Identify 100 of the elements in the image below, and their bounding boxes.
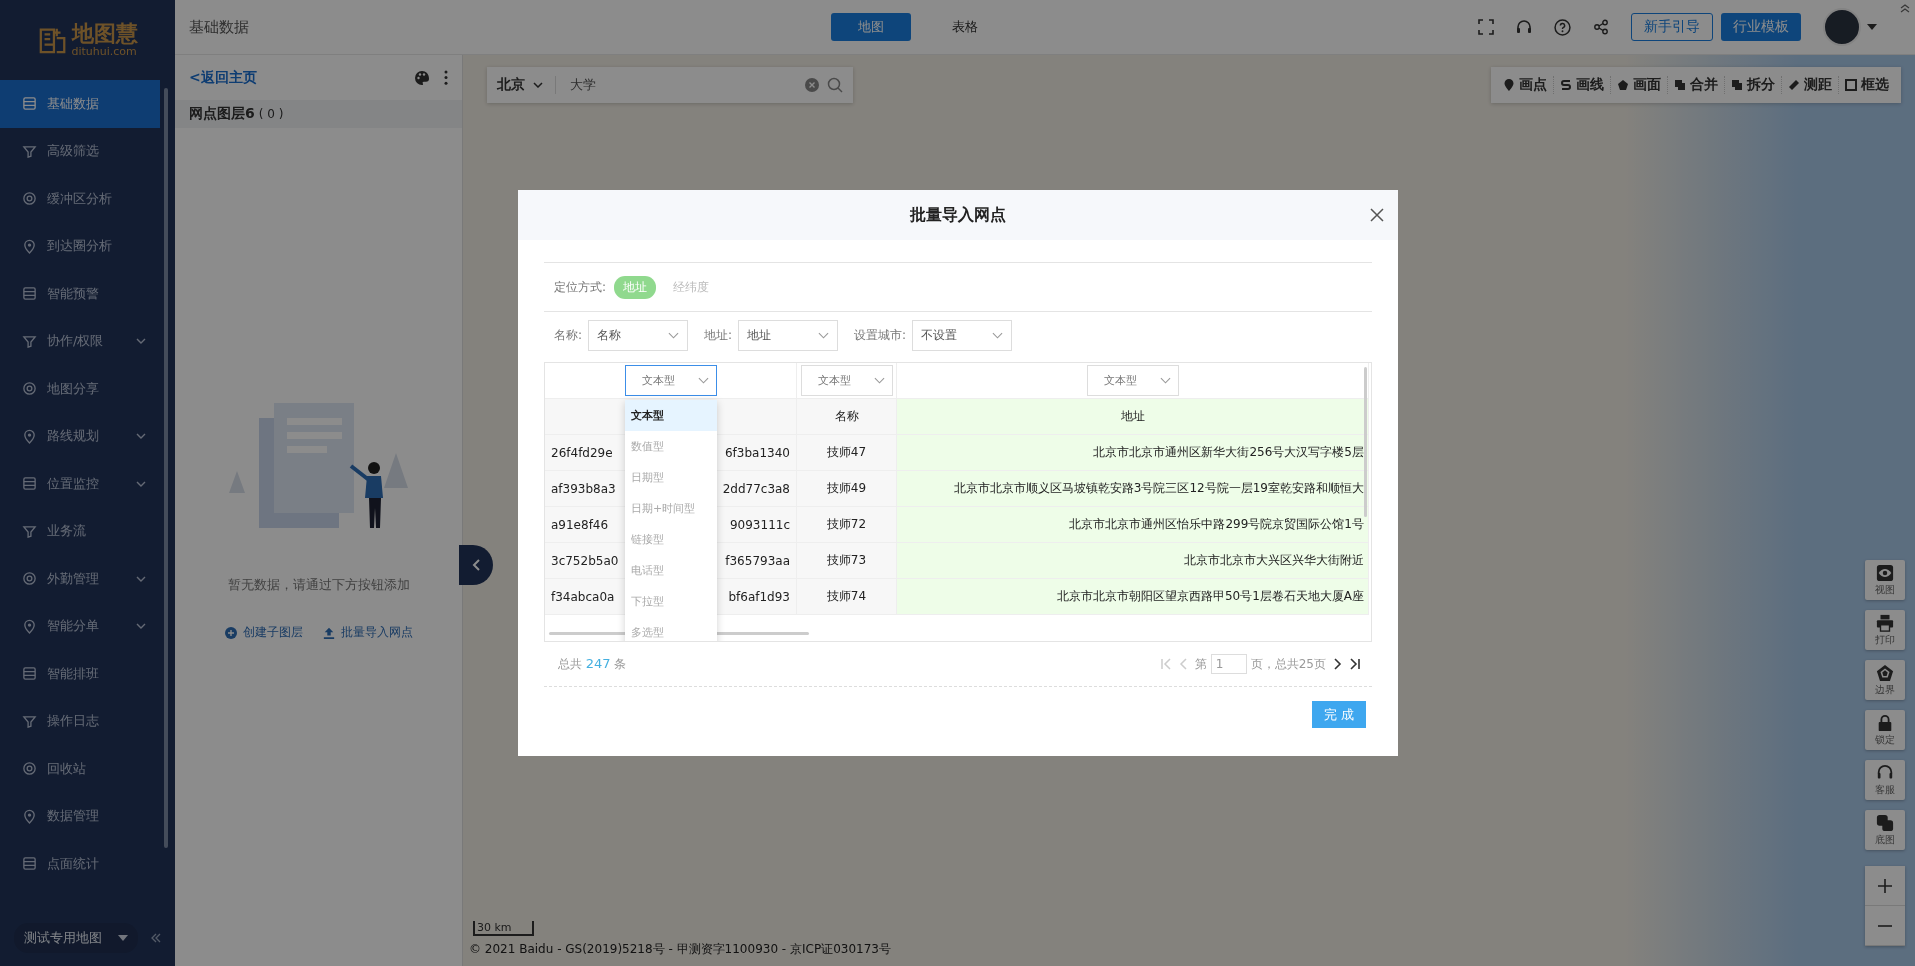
ruler-icon: [1788, 79, 1800, 91]
fullscreen-icon[interactable]: [1478, 19, 1494, 35]
plus-icon: [1877, 877, 1893, 894]
sidebar-item[interactable]: 基础数据: [0, 80, 160, 128]
total-count: 总共 247 条: [558, 655, 627, 673]
close-icon[interactable]: [1370, 208, 1384, 222]
caret-icon[interactable]: [1867, 24, 1877, 30]
map-side-button[interactable]: 锁定: [1865, 710, 1905, 750]
dropdown-option[interactable]: 文本型: [625, 400, 717, 431]
chevron-down-icon: [533, 82, 543, 88]
list-icon: [22, 96, 37, 112]
sidebar-item[interactable]: 智能预警: [0, 270, 160, 318]
header-button[interactable]: 行业模板: [1721, 13, 1801, 41]
mapping-select[interactable]: 不设置: [912, 319, 1013, 351]
pentagon-icon: [1876, 663, 1894, 682]
sidebar-item[interactable]: 业务流: [0, 507, 160, 555]
map-tool-button[interactable]: 合并: [1668, 76, 1725, 94]
confirm-button[interactable]: 完 成: [1312, 701, 1366, 728]
dropdown-option[interactable]: 数值型: [625, 431, 717, 462]
map-copyright: © 2021 Baidu - GS(2019)5218号 - 甲测资字1100930 - 京ICP证030173号: [469, 941, 891, 958]
panel-toggle-button[interactable]: [459, 545, 493, 585]
map-tool-button[interactable]: 框选: [1839, 76, 1895, 94]
table-cell: 9093111c: [729, 517, 790, 532]
layer-name: 网点图层6: [189, 105, 255, 123]
table-cell: af393b8a3: [551, 481, 616, 496]
map-tool-button[interactable]: 拆分: [1725, 76, 1782, 94]
pager-label: 第: [1194, 655, 1207, 673]
zoom-in-button[interactable]: [1865, 866, 1905, 906]
map-side-button[interactable]: 边界: [1865, 660, 1905, 700]
s-curve-icon: [1560, 79, 1572, 91]
palette-icon[interactable]: [414, 69, 430, 86]
locate-option[interactable]: 经纬度: [664, 275, 719, 299]
map-side-button[interactable]: 客服: [1865, 760, 1905, 800]
map-search-bar[interactable]: 北京 大学: [487, 67, 853, 103]
city-select[interactable]: 北京: [497, 76, 556, 94]
layer-count: ( 0 ): [258, 107, 284, 121]
panel-action-link[interactable]: 批量导入网点: [322, 624, 413, 641]
column-header: 名称: [797, 399, 897, 435]
avatar[interactable]: [1823, 8, 1861, 46]
sidebar-item[interactable]: 点面统计: [0, 840, 160, 888]
sidebar-item[interactable]: 智能排班: [0, 650, 160, 698]
printer-icon: [1876, 613, 1894, 632]
dropdown-option[interactable]: 下拉型: [625, 586, 717, 617]
last-page-icon[interactable]: [1350, 658, 1360, 670]
map-tool-button[interactable]: 画面: [1611, 76, 1668, 94]
view-tab[interactable]: 表格: [925, 13, 1005, 41]
more-icon[interactable]: [444, 70, 448, 85]
locate-option[interactable]: 地址: [614, 275, 657, 299]
collapse-icon[interactable]: [150, 932, 162, 944]
type-select[interactable]: 文本型: [1086, 365, 1179, 396]
mapping-select[interactable]: 名称: [588, 319, 689, 351]
chevron-down-icon: [1159, 377, 1171, 384]
sidebar-item[interactable]: 数据管理: [0, 792, 160, 840]
map-tool-button[interactable]: 画线: [1554, 76, 1611, 94]
sidebar-item[interactable]: 地图分享: [0, 365, 160, 413]
chevron-right-icon[interactable]: [1334, 658, 1342, 670]
dropdown-option[interactable]: 多选型: [625, 617, 717, 641]
page-input[interactable]: 1: [1210, 654, 1247, 674]
type-select[interactable]: 文本型: [624, 365, 717, 396]
view-tab[interactable]: 地图: [831, 13, 911, 41]
dropdown-option[interactable]: 日期型: [625, 462, 717, 493]
map-side-button[interactable]: 视图: [1865, 560, 1905, 600]
map-side-button[interactable]: 底图: [1865, 810, 1905, 850]
map-selector[interactable]: 测试专用地图: [14, 923, 138, 953]
table-cell: 技师49: [797, 471, 897, 507]
table-cell: 北京市北京市通州区新华大街256号大汉写字楼5层: [897, 435, 1369, 471]
scrollbar[interactable]: [1364, 367, 1367, 517]
headset-icon[interactable]: [1516, 19, 1532, 35]
sidebar-item[interactable]: 位置监控: [0, 460, 160, 508]
squares-icon: [1674, 79, 1686, 91]
search-icon[interactable]: [827, 77, 843, 93]
sidebar-item[interactable]: 路线规划: [0, 412, 160, 460]
table-cell: f34abca0a: [551, 589, 615, 604]
dropdown-option[interactable]: 链接型: [625, 524, 717, 555]
back-link[interactable]: <返回主页: [189, 68, 257, 87]
help-icon[interactable]: [1554, 18, 1571, 36]
mapping-select[interactable]: 地址: [738, 319, 839, 351]
dropdown-option[interactable]: 电话型: [625, 555, 717, 586]
map-side-button[interactable]: 打印: [1865, 610, 1905, 650]
layer-header[interactable]: 网点图层6 ( 0 ): [175, 100, 462, 128]
map-tool-button[interactable]: 测距: [1782, 76, 1839, 94]
sidebar-item[interactable]: 缓冲区分析: [0, 175, 160, 223]
sidebar-item[interactable]: 回收站: [0, 745, 160, 793]
sidebar-item[interactable]: 操作日志: [0, 697, 160, 745]
panel-action-link[interactable]: 创建子图层: [224, 624, 303, 641]
dropdown-option[interactable]: 日期+时间型: [625, 493, 717, 524]
collapse-up-icon[interactable]: [1899, 3, 1911, 13]
sidebar-item[interactable]: 外勤管理: [0, 555, 160, 603]
header-button[interactable]: 新手引导: [1631, 13, 1713, 41]
map-tool-button[interactable]: 画点: [1497, 76, 1554, 94]
table-cell: 北京市北京市顺义区马坡镇乾安路3号院三区12号院一层19室乾安路和顺恒大: [897, 471, 1369, 507]
table-cell: 26f4fd29e: [551, 445, 613, 460]
sidebar-item[interactable]: 到达圈分析: [0, 222, 160, 270]
table-cell: 北京市北京市大兴区兴华大街附近: [897, 543, 1369, 579]
sidebar-item[interactable]: 智能分单: [0, 602, 160, 650]
type-select[interactable]: 文本型: [800, 365, 893, 396]
clear-icon[interactable]: [805, 78, 819, 92]
chevron-down-icon: [668, 331, 680, 339]
chevron-down-icon: [136, 433, 146, 440]
sidebar-item[interactable]: 协作/权限: [0, 317, 160, 365]
